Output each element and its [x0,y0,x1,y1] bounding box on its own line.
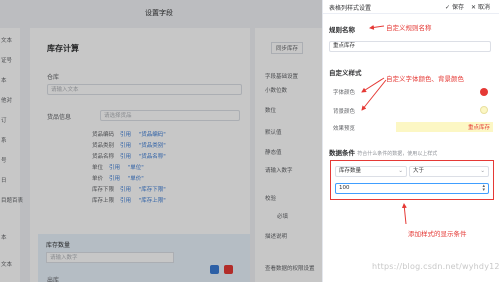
arrow-rule-name [369,24,385,30]
arrow-condition [401,203,407,225]
arrow-font-color [361,77,385,93]
annotation-arrows [361,24,407,225]
modal-overlay[interactable] [0,0,322,282]
watermark: https://blog.csdn.net/wyhdy123 [372,262,499,271]
